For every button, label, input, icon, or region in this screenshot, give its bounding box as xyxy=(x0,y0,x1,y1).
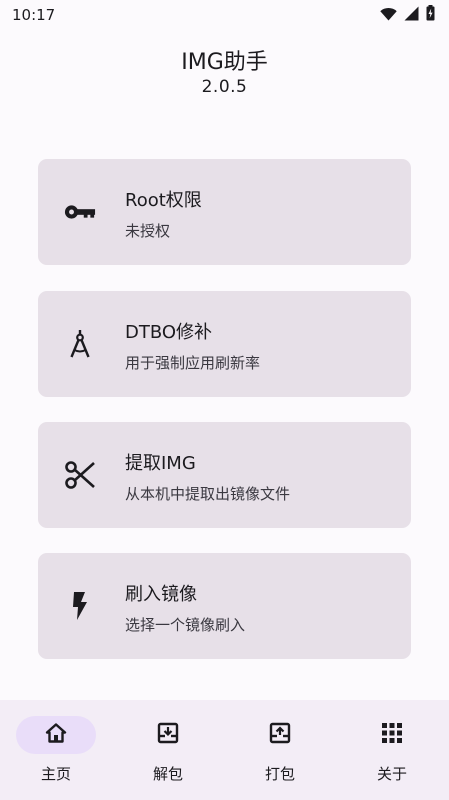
status-icons xyxy=(380,5,435,25)
card-subtitle: 从本机中提取出镜像文件 xyxy=(125,485,291,503)
card-title: 提取IMG xyxy=(125,453,196,474)
wifi-icon xyxy=(380,6,397,25)
nav-label: 关于 xyxy=(376,765,407,783)
root-permission-card[interactable]: Root权限 未授权 xyxy=(38,159,411,265)
screen: 10:17 IMG助手 2.0.5 Root权限 未授权 DTBO修补 用于强制… xyxy=(0,0,449,800)
signal-icon xyxy=(404,6,419,25)
nav-icon-container[interactable] xyxy=(240,716,320,754)
card-subtitle: 选择一个镜像刷入 xyxy=(125,616,246,634)
flash-icon xyxy=(64,590,96,622)
nav-item-home[interactable]: 主页 xyxy=(0,700,112,800)
status-bar: 10:17 xyxy=(0,0,449,30)
apps-grid-icon xyxy=(382,723,402,747)
card-text: 刷入镜像 选择一个镜像刷入 xyxy=(125,580,245,635)
nav-icon-container[interactable] xyxy=(128,716,208,754)
archive-unpack-icon xyxy=(157,722,179,748)
card-title: DTBO修补 xyxy=(125,322,213,343)
compass-icon xyxy=(64,328,96,360)
archive-pack-icon xyxy=(269,722,291,748)
flash-image-card[interactable]: 刷入镜像 选择一个镜像刷入 xyxy=(38,553,411,659)
nav-icon-container[interactable] xyxy=(352,716,432,754)
key-icon xyxy=(64,196,96,228)
home-icon xyxy=(45,723,67,747)
nav-item-unpack[interactable]: 解包 xyxy=(112,700,224,800)
bottom-navigation: 主页 解包 打包 关于 xyxy=(0,700,449,800)
battery-icon xyxy=(426,5,435,25)
app-version: 2.0.5 xyxy=(201,77,248,97)
app-title: IMG助手 xyxy=(181,50,268,75)
nav-item-pack[interactable]: 打包 xyxy=(224,700,336,800)
extract-img-card[interactable]: 提取IMG 从本机中提取出镜像文件 xyxy=(38,422,411,528)
card-title: Root权限 xyxy=(125,190,202,211)
nav-active-indicator[interactable] xyxy=(16,716,96,754)
scissors-icon xyxy=(64,459,96,491)
card-text: 提取IMG 从本机中提取出镜像文件 xyxy=(125,449,290,504)
card-subtitle: 用于强制应用刷新率 xyxy=(125,354,261,372)
nav-item-about[interactable]: 关于 xyxy=(336,700,448,800)
card-text: Root权限 未授权 xyxy=(125,186,202,241)
nav-label: 主页 xyxy=(40,765,71,783)
dtbo-patch-card[interactable]: DTBO修补 用于强制应用刷新率 xyxy=(38,291,411,397)
nav-label: 打包 xyxy=(264,765,295,783)
status-time: 10:17 xyxy=(12,6,56,24)
card-title: 刷入镜像 xyxy=(125,584,197,605)
nav-label: 解包 xyxy=(152,765,183,783)
card-subtitle: 未授权 xyxy=(125,222,171,240)
card-text: DTBO修补 用于强制应用刷新率 xyxy=(125,318,260,373)
